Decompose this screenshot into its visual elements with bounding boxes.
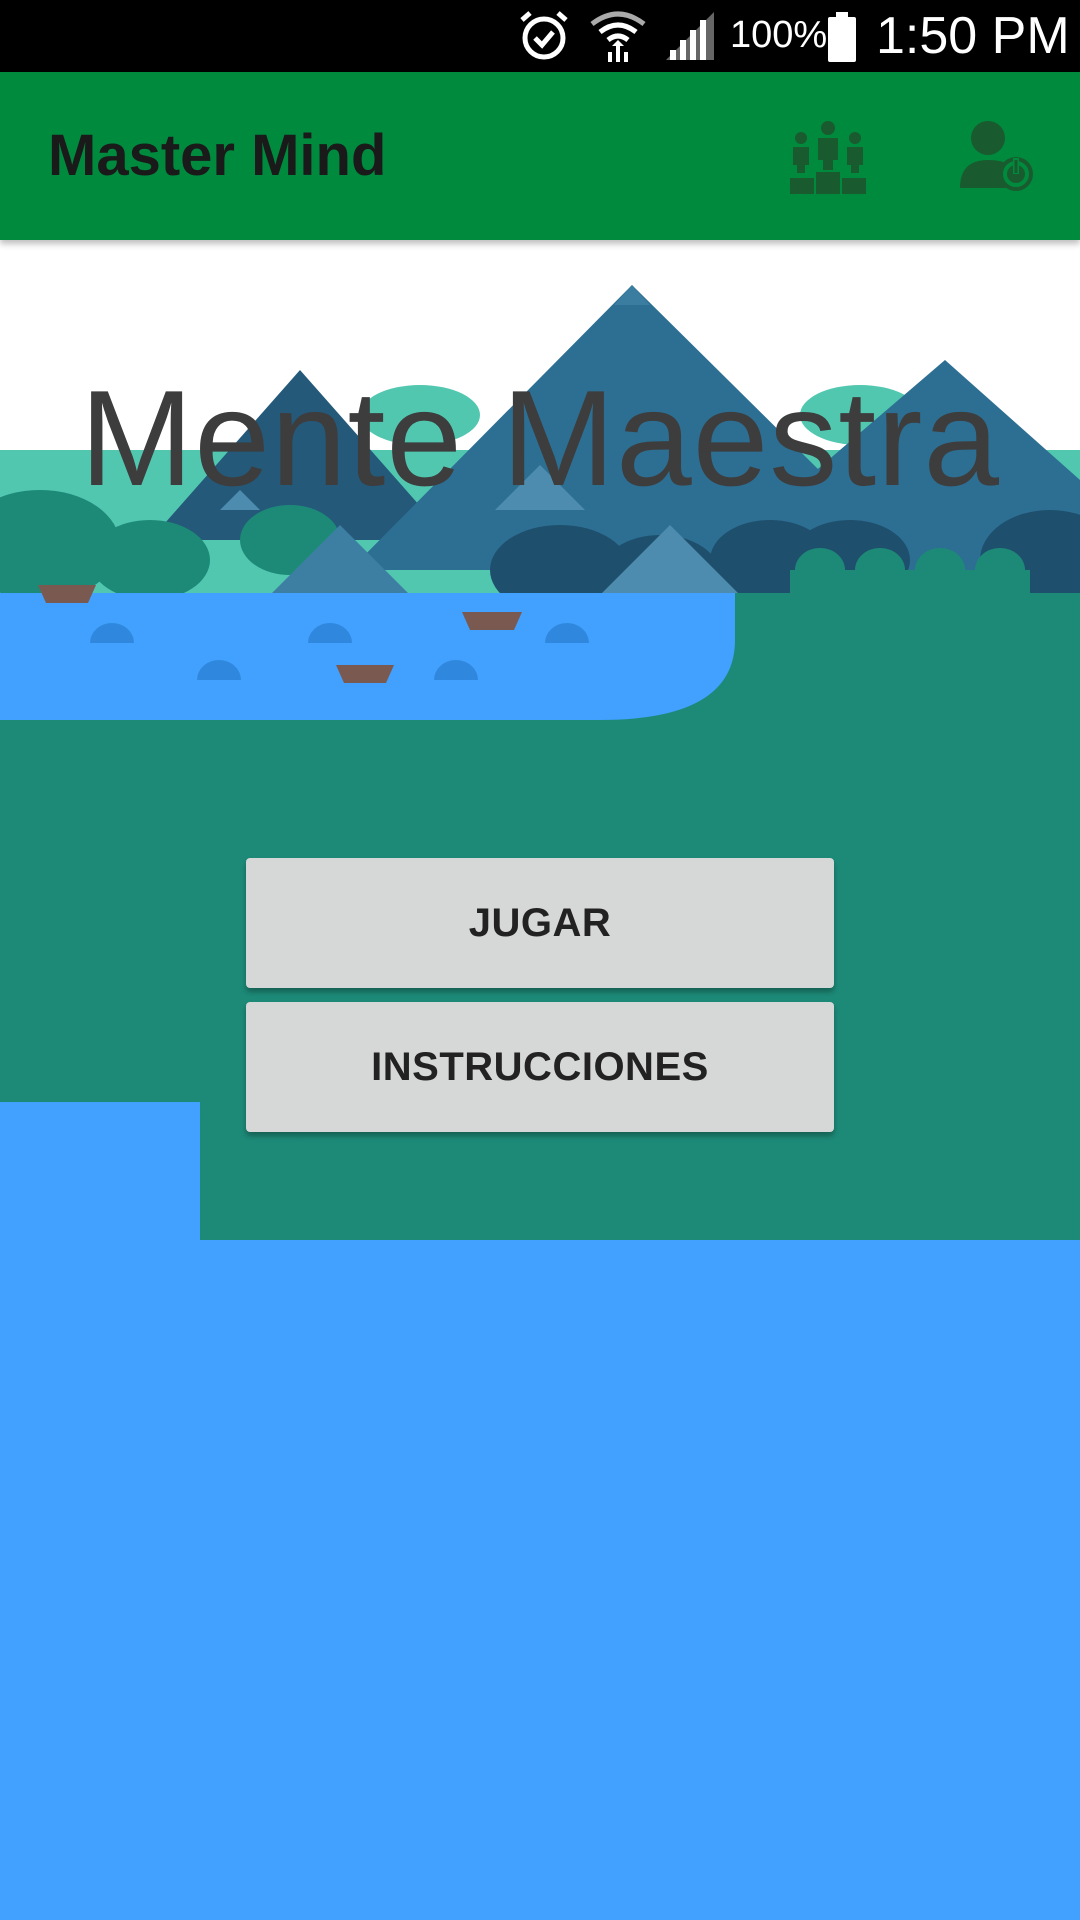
screen: 100% 1:50 PM Master Mind Mente Maestra J…: [0, 0, 1080, 1920]
hero-title: Mente Maestra: [79, 362, 1001, 514]
signal-icon: [662, 8, 718, 69]
status-time: 1:50 PM: [876, 7, 1070, 65]
instructions-button[interactable]: INSTRUCCIONES: [246, 1002, 834, 1132]
status-bar: 100% 1:50 PM: [0, 0, 1080, 72]
wifi-icon: [588, 8, 648, 69]
leaderboard-button[interactable]: [786, 116, 870, 196]
app-bar: Master Mind: [0, 72, 1080, 240]
battery-percent: 100%: [730, 14, 828, 56]
leaderboard-podium-icon: [786, 121, 870, 200]
battery-icon: [826, 8, 858, 69]
alarm-icon: [516, 8, 572, 69]
bottom-water: [0, 1245, 1080, 1920]
logout-button[interactable]: [956, 116, 1040, 196]
user-logout-icon: [956, 121, 1040, 200]
play-button[interactable]: JUGAR: [246, 858, 834, 988]
app-title: Master Mind: [48, 123, 387, 188]
